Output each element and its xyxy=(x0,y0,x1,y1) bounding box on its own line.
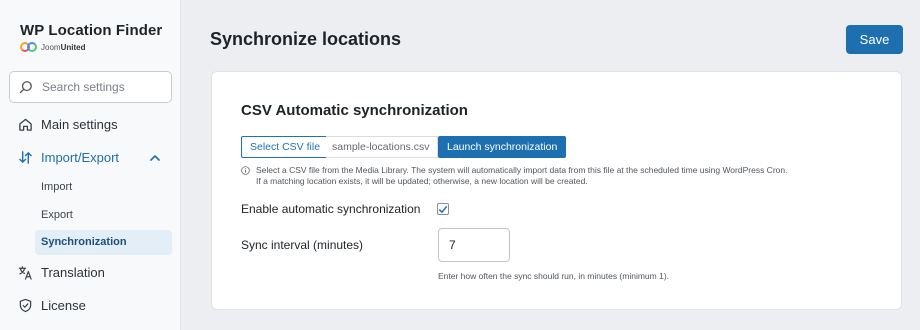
sidebar: WP Location Finder JoomUnited Main setti… xyxy=(0,0,181,330)
sync-interval-input[interactable] xyxy=(438,228,510,262)
sidebar-item-license[interactable]: License xyxy=(18,298,86,313)
chevron-up-icon[interactable] xyxy=(150,154,160,162)
sync-interval-help: Enter how often the sync should run, in … xyxy=(438,271,670,281)
checkmark-icon xyxy=(438,205,448,213)
enable-sync-label: Enable automatic synchronization xyxy=(241,202,421,216)
search-icon xyxy=(19,81,32,94)
brand-sub-prefix: Joom xyxy=(41,42,61,52)
select-csv-button[interactable]: Select CSV file xyxy=(241,136,330,158)
launch-sync-button[interactable]: Launch synchronization xyxy=(438,136,567,158)
joomunited-logo-icon xyxy=(20,42,38,52)
sidebar-item-main-settings[interactable]: Main settings xyxy=(18,117,118,132)
sidebar-item-import-export[interactable]: Import/Export xyxy=(18,150,119,165)
settings-card: CSV Automatic synchronization Select CSV… xyxy=(211,71,902,310)
brand: WP Location Finder JoomUnited xyxy=(20,22,162,52)
sidebar-item-label: Main settings xyxy=(41,117,118,132)
search-box[interactable] xyxy=(9,71,172,103)
sidebar-item-translation[interactable]: Translation xyxy=(18,265,105,280)
section-title: CSV Automatic synchronization xyxy=(241,102,468,119)
help-line-2: If a matching location exists, it will b… xyxy=(256,176,588,186)
info-icon xyxy=(241,166,250,175)
sidebar-subitem-export[interactable]: Export xyxy=(41,209,73,221)
brand-title: WP Location Finder xyxy=(20,22,163,39)
sidebar-subitem-label: Synchronization xyxy=(41,236,127,248)
translate-icon xyxy=(18,266,32,280)
brand-subtitle: JoomUnited xyxy=(20,42,162,52)
sort-arrows-icon xyxy=(19,151,32,164)
home-icon xyxy=(19,118,32,131)
sidebar-subitem-import[interactable]: Import xyxy=(41,181,72,193)
help-line-1: Select a CSV file from the Media Library… xyxy=(256,165,788,175)
sync-interval-label: Sync interval (minutes) xyxy=(241,238,364,252)
csv-help-text: Select a CSV file from the Media Library… xyxy=(241,165,787,187)
sidebar-subitem-synchronization[interactable]: Synchronization xyxy=(35,230,172,255)
sidebar-item-label: Translation xyxy=(41,265,105,280)
brand-sub-bold: United xyxy=(60,42,86,52)
save-button[interactable]: Save xyxy=(846,25,903,54)
search-input[interactable] xyxy=(42,80,162,94)
sidebar-item-label: License xyxy=(41,298,86,313)
selected-file-name: sample-locations.csv xyxy=(326,136,438,158)
shield-check-icon xyxy=(19,298,32,313)
page-title: Synchronize locations xyxy=(210,29,402,49)
enable-sync-checkbox[interactable] xyxy=(437,203,449,215)
sidebar-item-label: Import/Export xyxy=(41,150,120,165)
